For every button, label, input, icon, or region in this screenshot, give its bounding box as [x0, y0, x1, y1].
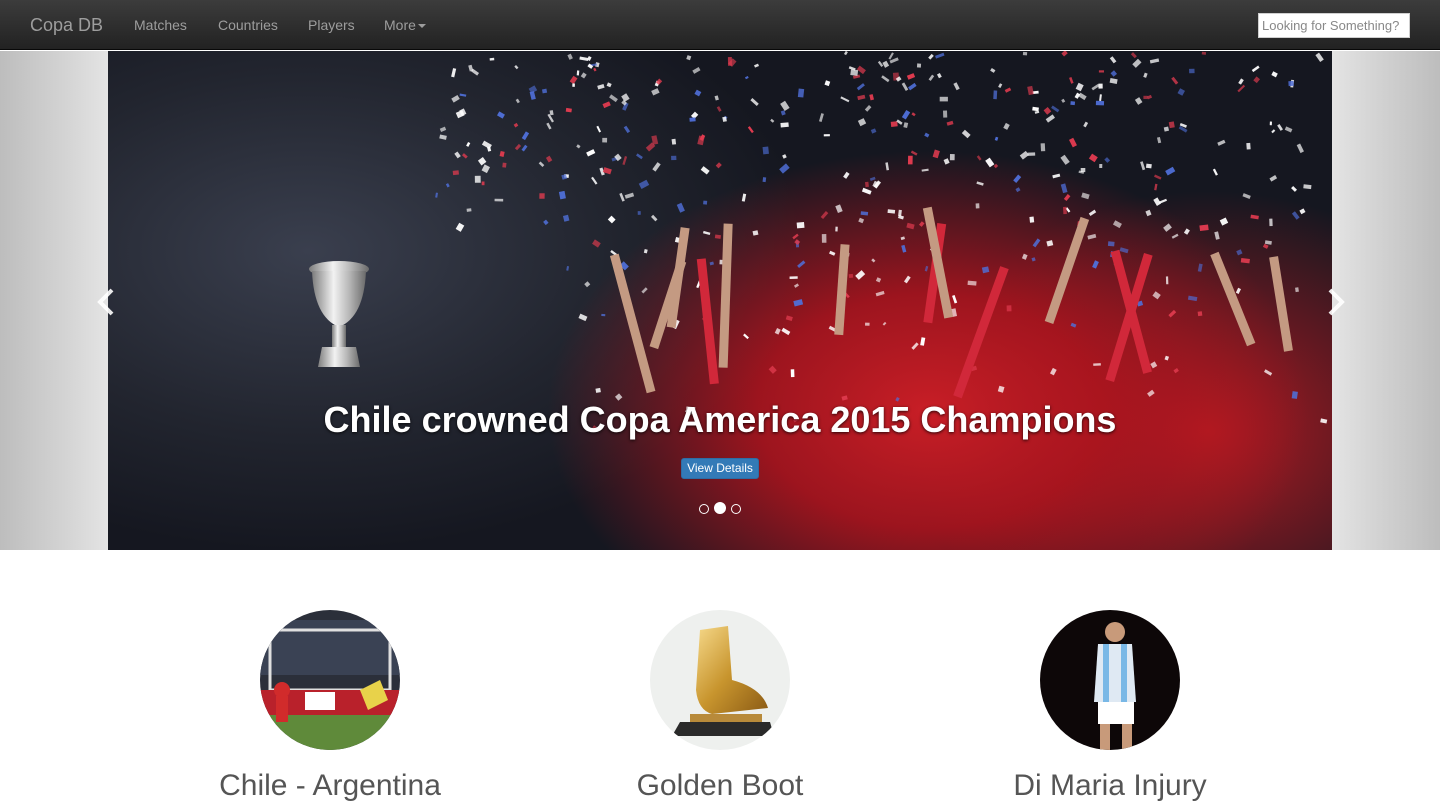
view-details-button[interactable]: View Details — [681, 458, 759, 479]
caret-down-icon — [417, 24, 426, 29]
carousel-caption: Chile crowned Copa America 2015 Champion… — [323, 399, 1117, 440]
carousel-indicator-2[interactable] — [714, 502, 726, 514]
trophy-image — [309, 261, 369, 367]
nav-more-dropdown[interactable]: More — [384, 0, 426, 50]
carousel-slide-image: Chile crowned Copa America 2015 Champion… — [108, 51, 1332, 550]
nav-countries[interactable]: Countries — [218, 0, 278, 50]
feature-golden-boot: Golden Boot — [540, 610, 900, 804]
navbar: Copa DB Matches Countries Players More — [0, 0, 1440, 50]
brand-link[interactable]: Copa DB — [30, 0, 103, 50]
search-input[interactable] — [1258, 13, 1410, 38]
nav-more-label: More — [384, 17, 416, 33]
feature-title[interactable]: Di Maria Injury — [930, 768, 1290, 804]
match-photo — [260, 610, 400, 750]
golden-boot-photo — [650, 610, 790, 750]
chevron-left-icon[interactable] — [92, 284, 122, 320]
carousel-indicator-3[interactable] — [731, 504, 741, 514]
carousel-indicator-1[interactable] — [699, 504, 709, 514]
nav-matches[interactable]: Matches — [134, 0, 187, 50]
nav-players[interactable]: Players — [308, 0, 355, 50]
feature-di-maria-injury: Di Maria Injury — [930, 610, 1290, 804]
chevron-right-icon[interactable] — [1320, 284, 1350, 320]
feature-thumbnail[interactable] — [650, 610, 790, 750]
feature-chile-argentina: Chile - Argentina — [150, 610, 510, 804]
feature-thumbnail[interactable] — [260, 610, 400, 750]
carousel: Chile crowned Copa America 2015 Champion… — [0, 51, 1440, 550]
feature-title[interactable]: Chile - Argentina — [150, 768, 510, 804]
di-maria-photo — [1040, 610, 1180, 750]
feature-thumbnail[interactable] — [1040, 610, 1180, 750]
feature-title[interactable]: Golden Boot — [540, 768, 900, 804]
